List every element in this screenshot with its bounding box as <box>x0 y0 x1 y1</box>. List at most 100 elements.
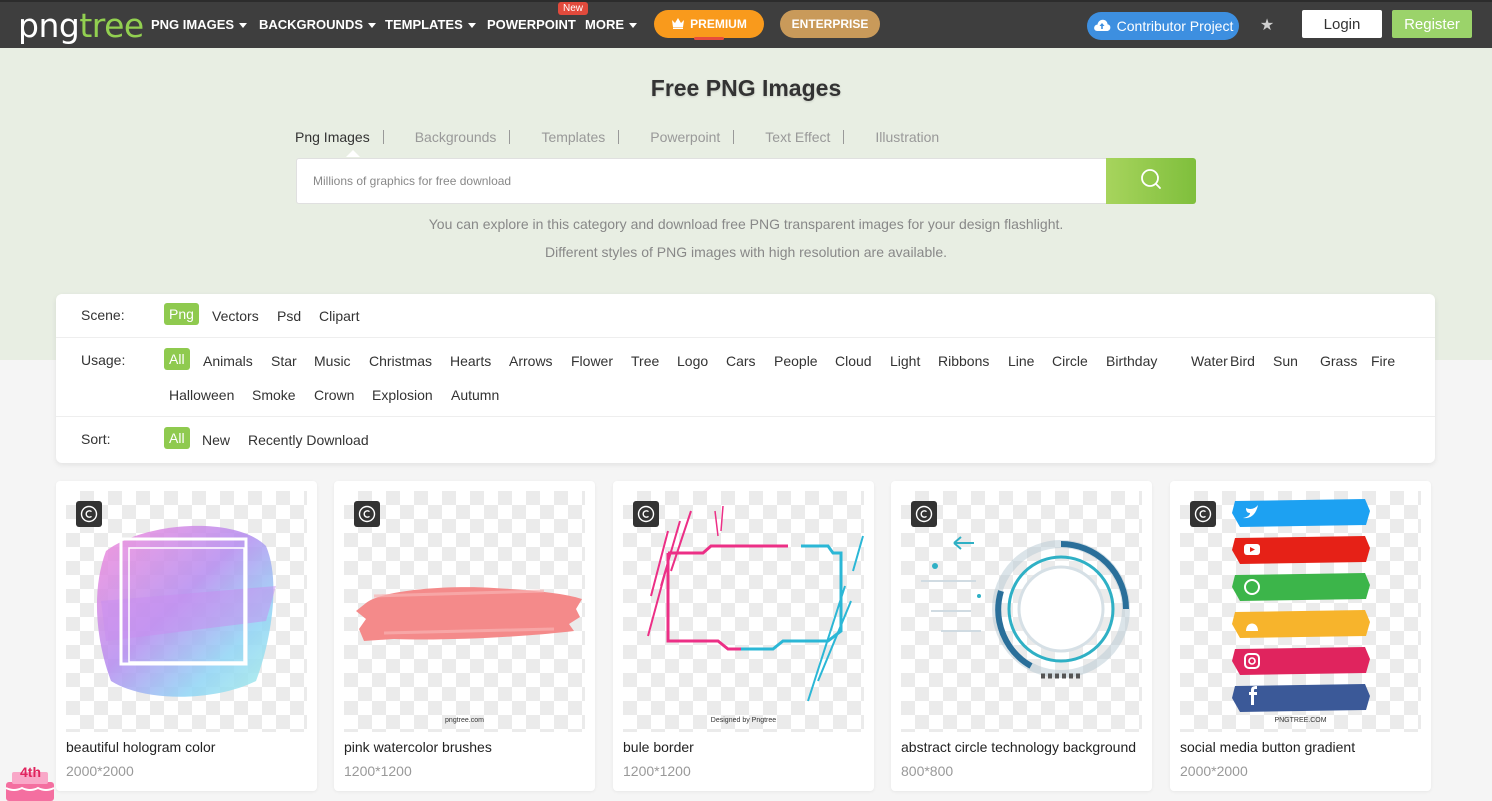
tab-templates[interactable]: Templates <box>541 129 605 145</box>
usage-option-tree[interactable]: Tree <box>631 353 659 369</box>
chevron-down-icon <box>239 23 248 28</box>
nav-label: MORE <box>585 17 624 32</box>
usage-option-all[interactable]: All <box>164 348 190 370</box>
star-icon[interactable]: ★ <box>1257 13 1277 37</box>
nav-backgrounds[interactable]: BACKGROUNDS <box>259 17 376 32</box>
sort-option-all[interactable]: All <box>164 427 190 449</box>
card-title[interactable]: social media button gradient <box>1180 739 1355 755</box>
scene-option-psd[interactable]: Psd <box>277 308 301 324</box>
search-icon <box>1140 168 1162 195</box>
usage-option-ribbons[interactable]: Ribbons <box>938 353 989 369</box>
register-button[interactable]: Register <box>1392 10 1472 38</box>
page-title: Free PNG Images <box>650 75 842 101</box>
usage-option-christmas[interactable]: Christmas <box>369 353 432 369</box>
tab-backgrounds[interactable]: Backgrounds <box>415 129 497 145</box>
hero-description-1: You can explore in this category and dow… <box>428 216 1064 232</box>
card-title[interactable]: pink watercolor brushes <box>344 739 492 755</box>
usage-option-star[interactable]: Star <box>271 353 297 369</box>
scene-row: Scene: Png Vectors Psd Clipart <box>56 294 1435 338</box>
contributor-project-button[interactable]: Contributor Project <box>1087 12 1239 40</box>
pink-brush-artwork <box>356 587 582 641</box>
usage-option-light[interactable]: Light <box>890 353 920 369</box>
card-thumbnail[interactable]: pngtree.com <box>344 491 585 732</box>
pngtree-logo[interactable]: pngtree <box>18 6 144 45</box>
card-title[interactable]: beautiful hologram color <box>66 739 215 755</box>
usage-option-circle[interactable]: Circle <box>1052 353 1088 369</box>
hologram-artwork <box>96 525 276 697</box>
usage-option-autumn[interactable]: Autumn <box>451 387 499 403</box>
copyright-icon <box>1190 501 1216 527</box>
nav-png-images[interactable]: PNG IMAGES <box>151 17 248 32</box>
card-title[interactable]: abstract circle technology background <box>901 739 1136 755</box>
image-card[interactable]: beautiful hologram color 2000*2000 <box>56 481 317 791</box>
scene-option-png[interactable]: Png <box>164 303 199 325</box>
usage-option-hearts[interactable]: Hearts <box>450 353 491 369</box>
nav-label: BACKGROUNDS <box>259 17 363 32</box>
card-thumbnail[interactable] <box>66 491 307 732</box>
search-input[interactable]: Millions of graphics for free download <box>296 158 1107 204</box>
hero-description-2: Different styles of PNG images with high… <box>544 244 948 260</box>
card-thumbnail[interactable]: PNGTREE.COM <box>1180 491 1421 732</box>
usage-option-flower[interactable]: Flower <box>571 353 613 369</box>
search-button[interactable] <box>1106 158 1196 204</box>
card-thumbnail[interactable] <box>901 491 1142 732</box>
usage-option-line[interactable]: Line <box>1008 353 1034 369</box>
usage-option-grass[interactable]: Grass <box>1320 353 1357 369</box>
usage-option-halloween[interactable]: Halloween <box>169 387 234 403</box>
usage-option-cloud[interactable]: Cloud <box>835 353 872 369</box>
card-size: 2000*2000 <box>1180 763 1248 779</box>
new-badge: New <box>558 2 589 15</box>
usage-row: Usage: All Animals Star Music Christmas … <box>56 338 1435 417</box>
image-card[interactable]: Designed by Pngtree bule border 1200*120… <box>613 481 874 791</box>
tab-text-effect[interactable]: Text Effect <box>765 129 830 145</box>
crown-icon <box>671 17 685 32</box>
contributor-label: Contributor Project <box>1116 18 1234 34</box>
login-button[interactable]: Login <box>1302 10 1382 38</box>
usage-option-smoke[interactable]: Smoke <box>252 387 296 403</box>
tab-illustration[interactable]: Illustration <box>875 129 939 145</box>
copyright-icon <box>911 501 937 527</box>
anniversary-badge[interactable]: 4th <box>0 762 60 801</box>
nav-templates[interactable]: TEMPLATES <box>385 17 476 32</box>
nav-more[interactable]: MORE <box>585 17 637 32</box>
usage-option-birthday[interactable]: Birthday <box>1106 353 1157 369</box>
usage-option-cars[interactable]: Cars <box>726 353 756 369</box>
tab-divider <box>843 130 845 144</box>
usage-option-fire[interactable]: Fire <box>1371 353 1395 369</box>
watermark: PNGTREE.COM <box>1274 717 1327 724</box>
image-card[interactable]: PNGTREE.COM social media button gradient… <box>1170 481 1431 791</box>
tab-divider <box>509 130 511 144</box>
usage-option-music[interactable]: Music <box>314 353 351 369</box>
enterprise-button[interactable]: ENTERPRISE <box>780 10 880 38</box>
tab-powerpoint[interactable]: Powerpoint <box>650 129 720 145</box>
copyright-icon <box>354 501 380 527</box>
sort-option-new[interactable]: New <box>202 432 230 448</box>
card-title[interactable]: bule border <box>623 739 694 755</box>
copyright-icon <box>76 501 102 527</box>
card-size: 800*800 <box>901 763 954 779</box>
scene-option-clipart[interactable]: Clipart <box>319 308 359 324</box>
image-card[interactable]: abstract circle technology background 80… <box>891 481 1152 791</box>
nav-powerpoint[interactable]: POWERPOINT <box>487 17 576 32</box>
usage-option-sun[interactable]: Sun <box>1273 353 1298 369</box>
card-size: 2000*2000 <box>66 763 134 779</box>
card-thumbnail[interactable]: Designed by Pngtree <box>623 491 864 732</box>
usage-option-water[interactable]: Water <box>1191 353 1228 369</box>
usage-option-arrows[interactable]: Arrows <box>509 353 553 369</box>
usage-label: Usage: <box>81 352 126 368</box>
chevron-down-icon <box>368 23 376 28</box>
tab-png-images[interactable]: Png Images <box>295 129 370 145</box>
image-card[interactable]: pngtree.com pink watercolor brushes 1200… <box>334 481 595 791</box>
usage-option-logo[interactable]: Logo <box>677 353 708 369</box>
sort-option-recently-download[interactable]: Recently Download <box>248 432 369 448</box>
border-artwork <box>647 505 864 702</box>
premium-button[interactable]: PREMIUM <box>654 10 764 40</box>
chevron-down-icon <box>629 23 637 28</box>
usage-option-bird[interactable]: Bird <box>1230 353 1255 369</box>
scene-option-vectors[interactable]: Vectors <box>212 308 259 324</box>
tab-divider <box>618 130 620 144</box>
usage-option-animals[interactable]: Animals <box>203 353 253 369</box>
usage-option-explosion[interactable]: Explosion <box>372 387 433 403</box>
usage-option-people[interactable]: People <box>774 353 818 369</box>
usage-option-crown[interactable]: Crown <box>314 387 354 403</box>
